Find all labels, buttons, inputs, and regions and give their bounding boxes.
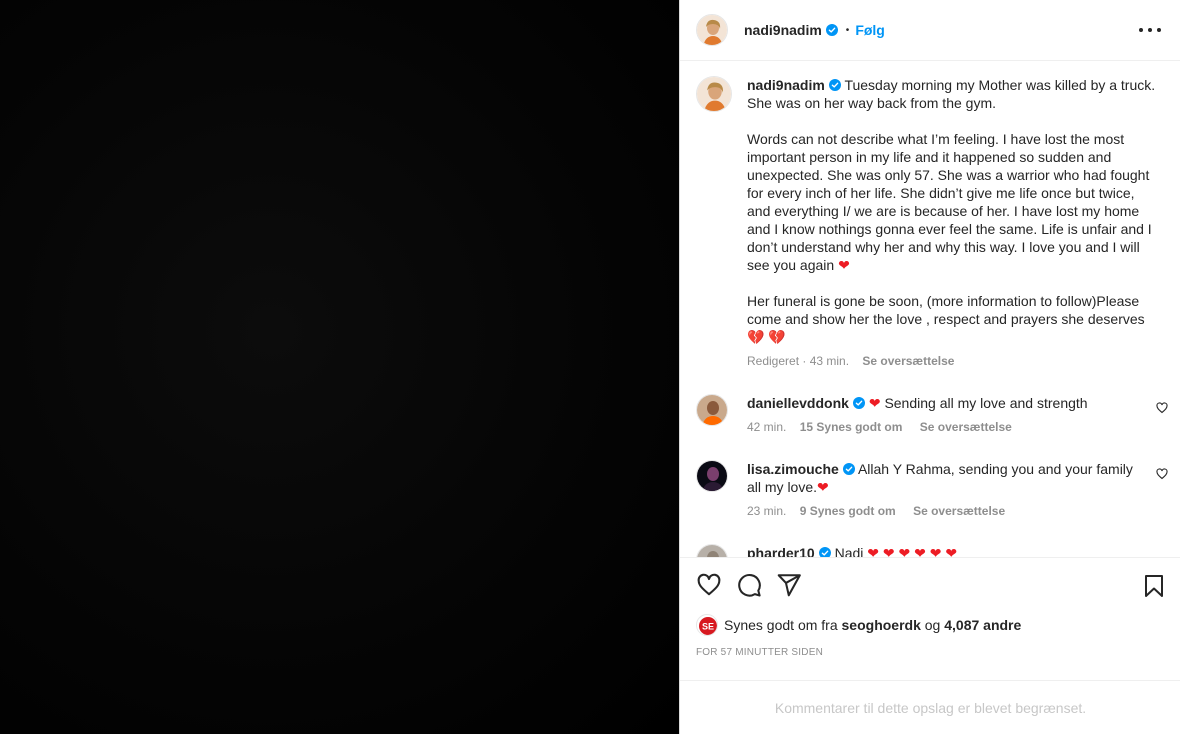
caption-author-avatar[interactable] xyxy=(696,76,732,112)
instagram-post-view: nadi9nadim • Følg nadi9nadim Tuesday mor… xyxy=(0,0,1180,734)
verified-badge-icon xyxy=(852,397,865,409)
comments-scroll-area[interactable]: nadi9nadim Tuesday morning my Mother was… xyxy=(680,62,1180,557)
caption-text: nadi9nadim Tuesday morning my Mother was… xyxy=(747,76,1157,346)
comment-text: lisa.zimouche Allah Y Rahma, sending you… xyxy=(747,460,1147,496)
post-caption: nadi9nadim Tuesday morning my Mother was… xyxy=(696,76,1166,368)
red-heart-emoji: ❤ ❤ ❤ ❤ ❤ ❤ xyxy=(867,545,958,557)
caption-paragraph-2: Words can not describe what I’m feeling.… xyxy=(747,131,1152,273)
commenter-username[interactable]: pharder10 xyxy=(747,545,815,557)
action-icons-row xyxy=(696,572,802,600)
like-heart-icon[interactable] xyxy=(696,572,722,598)
post-header: nadi9nadim • Følg xyxy=(680,0,1180,61)
author-username[interactable]: nadi9nadim xyxy=(744,22,822,38)
comment-meta: 23 min. 9 Synes godt om Se oversættelse xyxy=(747,504,1166,518)
post-actions-section: SE Synes godt om fra seoghoerdk og 4,087… xyxy=(680,557,1180,679)
comment-like-heart-icon[interactable] xyxy=(1156,402,1168,414)
comment-item: daniellevddonk ❤ Sending all my love and… xyxy=(696,394,1168,434)
share-send-icon[interactable] xyxy=(776,572,802,598)
liked-by-and: og xyxy=(924,617,941,633)
commenter-avatar[interactable] xyxy=(696,544,728,557)
author-avatar[interactable] xyxy=(696,14,728,46)
post-timestamp[interactable]: For 57 minutter siden xyxy=(696,647,823,658)
broken-heart-emoji: 💔 💔 xyxy=(747,329,786,345)
liker-avatar-logo-text: SE xyxy=(702,622,714,632)
verified-badge-icon xyxy=(828,79,841,91)
liked-by-user-link[interactable]: seoghoerdk xyxy=(842,617,921,633)
caption-edited-time: Redigeret · 43 min. xyxy=(747,354,850,368)
comment-bubble-icon[interactable] xyxy=(736,572,762,598)
verified-badge-icon xyxy=(842,463,855,475)
more-options-icon[interactable] xyxy=(1139,20,1161,40)
caption-paragraph-3: Her funeral is gone be soon, (more infor… xyxy=(747,293,1145,327)
red-heart-emoji: ❤ xyxy=(838,257,850,273)
red-heart-emoji: ❤ xyxy=(817,479,829,495)
save-bookmark-icon[interactable] xyxy=(1143,574,1165,598)
comment-meta: 42 min. 15 Synes godt om Se oversættelse xyxy=(747,420,1166,434)
comment-time: 23 min. xyxy=(747,504,787,518)
comment-translate-link[interactable]: Se oversættelse xyxy=(913,504,1005,518)
comment-like-heart-icon[interactable] xyxy=(1156,468,1168,480)
comment-translate-link[interactable]: Se oversættelse xyxy=(920,420,1012,434)
caption-username[interactable]: nadi9nadim xyxy=(747,77,825,93)
commenter-username[interactable]: lisa.zimouche xyxy=(747,461,839,477)
commenter-avatar[interactable] xyxy=(696,394,728,426)
liker-avatar[interactable]: SE xyxy=(696,614,718,636)
comment-body: Sending all my love and strength xyxy=(884,395,1088,411)
comment-text: pharder10 Nadi ❤ ❤ ❤ ❤ ❤ ❤ xyxy=(747,544,1147,557)
post-media[interactable] xyxy=(0,0,679,734)
comment-body: Nadi xyxy=(834,545,864,557)
liked-by-others-link[interactable]: 4,087 andre xyxy=(944,617,1021,633)
caption-meta: Redigeret · 43 min. Se oversættelse xyxy=(747,354,1166,368)
caption-translate-link[interactable]: Se oversættelse xyxy=(862,354,954,368)
red-heart-emoji: ❤ xyxy=(868,395,881,411)
commenter-username[interactable]: daniellevddonk xyxy=(747,395,849,411)
liked-by-summary: SE Synes godt om fra seoghoerdk og 4,087… xyxy=(696,614,1021,636)
comments-limited-notice: Kommentarer til dette opslag er blevet b… xyxy=(680,680,1180,734)
comment-likes-link[interactable]: 15 Synes godt om xyxy=(800,420,903,434)
verified-badge-icon xyxy=(825,24,838,36)
comment-item: pharder10 Nadi ❤ ❤ ❤ ❤ ❤ ❤ xyxy=(696,544,1166,557)
comment-likes-link[interactable]: 9 Synes godt om xyxy=(800,504,896,518)
comment-time: 42 min. xyxy=(747,420,787,434)
verified-badge-icon xyxy=(818,547,831,557)
comment-text: daniellevddonk ❤ Sending all my love and… xyxy=(747,394,1147,412)
post-side-panel: nadi9nadim • Følg nadi9nadim Tuesday mor… xyxy=(679,0,1180,734)
follow-button[interactable]: Følg xyxy=(855,22,885,38)
commenter-avatar[interactable] xyxy=(696,460,728,492)
liked-by-prefix: Synes godt om fra xyxy=(724,617,838,633)
header-separator: • xyxy=(845,24,850,36)
comment-item: lisa.zimouche Allah Y Rahma, sending you… xyxy=(696,460,1168,518)
